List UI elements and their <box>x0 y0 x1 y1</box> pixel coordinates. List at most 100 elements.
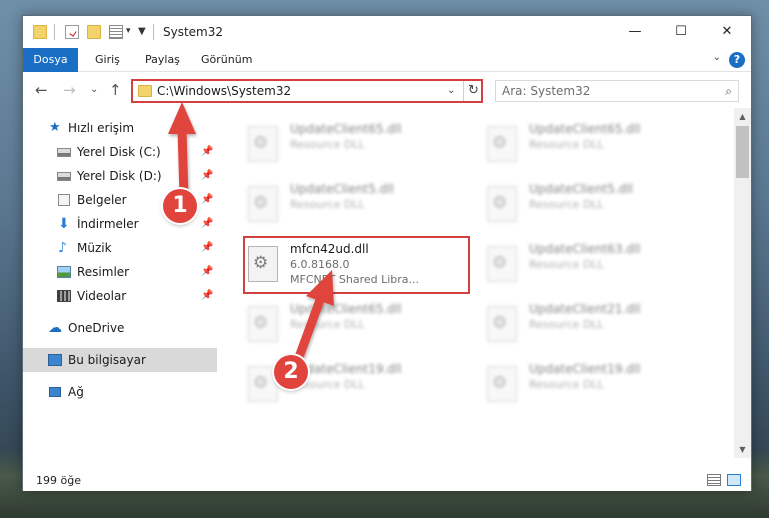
file-name: UpdateClient65.dll <box>290 302 402 316</box>
file-highlight-box <box>243 236 470 294</box>
sidebar-item-label: Ağ <box>68 385 84 399</box>
file-tile[interactable]: UpdateClient21.dll Resource DLL <box>481 298 717 354</box>
sidebar-item-label: Videolar <box>77 289 127 303</box>
dll-file-icon <box>248 126 278 162</box>
file-tile[interactable]: UpdateClient5.dll Resource DLL <box>481 178 717 234</box>
sidebar-item-local-disk-c[interactable]: Yerel Disk (C:) 📌 <box>23 140 217 164</box>
sidebar-item-pictures[interactable]: Resimler 📌 <box>23 260 217 284</box>
chevron-down-icon[interactable]: ▾ <box>126 26 131 36</box>
scroll-down-icon[interactable]: ▼ <box>734 441 751 458</box>
details-view-icon[interactable] <box>707 474 721 486</box>
search-input[interactable] <box>502 83 702 99</box>
title-separator <box>153 24 154 40</box>
pin-icon[interactable]: 📌 <box>201 236 213 260</box>
quick-access-separator <box>54 24 55 40</box>
address-path[interactable]: C:\Windows\System32 <box>157 84 291 98</box>
sidebar-item-network[interactable]: Ağ <box>23 380 217 404</box>
file-tile[interactable]: UpdateClient65.dll Resource DLL <box>481 118 717 174</box>
properties-icon[interactable] <box>65 25 79 39</box>
dll-file-icon <box>487 186 517 222</box>
scroll-up-icon[interactable]: ▲ <box>734 108 751 125</box>
drive-icon <box>57 148 71 157</box>
file-tile[interactable]: UpdateClient63.dll Resource DLL <box>481 238 717 294</box>
maximize-button[interactable]: ☐ <box>658 16 704 48</box>
file-list: UpdateClient65.dll Resource DLL UpdateCl… <box>218 108 734 458</box>
step-1-badge: 1 <box>163 189 197 223</box>
sidebar-item-videos[interactable]: Videolar 📌 <box>23 284 217 308</box>
file-name: UpdateClient65.dll <box>529 122 641 136</box>
sidebar-item-quick-access[interactable]: ★ Hızlı erişim <box>23 116 217 140</box>
up-arrow-icon[interactable]: ↑ <box>109 81 122 99</box>
file-description: Resource DLL <box>529 138 604 151</box>
refresh-icon[interactable]: ↻ <box>463 81 483 101</box>
scroll-thumb[interactable] <box>736 126 749 178</box>
file-tile[interactable]: UpdateClient19.dll Resource DLL <box>481 358 717 414</box>
sidebar-item-label: Yerel Disk (D:) <box>77 169 162 183</box>
file-name: UpdateClient5.dll <box>290 182 394 196</box>
file-description: Resource DLL <box>529 318 604 331</box>
forward-arrow-icon[interactable]: → <box>63 81 76 99</box>
pin-icon[interactable]: 📌 <box>201 260 213 284</box>
pin-icon[interactable]: 📌 <box>201 164 213 188</box>
new-folder-icon[interactable] <box>87 25 101 39</box>
file-tile[interactable]: UpdateClient5.dll Resource DLL <box>242 178 478 234</box>
tab-home[interactable]: Giriş <box>85 48 130 72</box>
sidebar-item-onedrive[interactable]: ☁ OneDrive <box>23 316 217 340</box>
tab-share[interactable]: Paylaş <box>135 48 190 72</box>
tab-file[interactable]: Dosya <box>23 48 78 72</box>
back-arrow-icon[interactable]: ← <box>35 81 48 99</box>
expand-ribbon-icon[interactable]: ⌄ <box>713 52 721 63</box>
sidebar-item-local-disk-d[interactable]: Yerel Disk (D:) 📌 <box>23 164 217 188</box>
file-tile[interactable]: UpdateClient65.dll Resource DLL <box>242 298 478 354</box>
address-bar[interactable]: C:\Windows\System32 ⌄ ↻ <box>131 79 483 103</box>
tab-view[interactable]: Görünüm <box>191 48 262 72</box>
customize-toolbar-icon[interactable]: ▼ <box>138 26 146 37</box>
dll-file-icon <box>248 186 278 222</box>
pin-icon[interactable]: 📌 <box>201 140 213 164</box>
pin-icon[interactable]: 📌 <box>201 188 213 212</box>
close-button[interactable]: ✕ <box>704 16 750 48</box>
navigation-bar: ← → ⌄ ↑ C:\Windows\System32 ⌄ ↻ ⌕ <box>23 73 751 107</box>
cloud-icon: ☁ <box>48 320 62 336</box>
file-name: UpdateClient21.dll <box>529 302 641 316</box>
pin-icon[interactable]: 📌 <box>201 212 213 236</box>
file-explorer-window: ▾ ▼ System32 — ☐ ✕ Dosya Giriş Paylaş Gö… <box>22 15 752 491</box>
help-icon[interactable]: ? <box>729 52 745 68</box>
sidebar-item-label: İndirmeler <box>77 217 139 231</box>
file-name: UpdateClient65.dll <box>290 122 402 136</box>
view-options-icon[interactable] <box>109 25 123 39</box>
star-icon: ★ <box>49 120 61 135</box>
large-icons-view-icon[interactable] <box>727 474 741 486</box>
chevron-down-icon[interactable]: ⌄ <box>447 85 455 96</box>
vertical-scrollbar[interactable]: ▲ ▼ <box>734 108 751 458</box>
navigation-pane: ★ Hızlı erişim Yerel Disk (C:) 📌 Yerel D… <box>23 108 217 458</box>
file-description: Resource DLL <box>529 378 604 391</box>
window-title: System32 <box>163 25 224 39</box>
search-box[interactable]: ⌕ <box>495 80 739 102</box>
documents-icon <box>58 194 70 206</box>
pictures-icon <box>57 266 71 278</box>
file-name: UpdateClient5.dll <box>529 182 633 196</box>
sidebar-item-music[interactable]: ♪ Müzik 📌 <box>23 236 217 260</box>
sidebar-item-label: OneDrive <box>68 321 125 335</box>
dll-file-icon <box>487 246 517 282</box>
file-name: UpdateClient63.dll <box>529 242 641 256</box>
search-icon[interactable]: ⌕ <box>725 84 732 99</box>
download-icon: ⬇ <box>58 216 70 232</box>
folder-icon <box>33 25 47 39</box>
sidebar-item-label: Hızlı erişim <box>68 121 135 135</box>
file-tile[interactable]: UpdateClient65.dll Resource DLL <box>242 118 478 174</box>
step-2-badge: 2 <box>274 355 308 389</box>
title-bar: ▾ ▼ System32 — ☐ ✕ <box>23 16 751 48</box>
sidebar-item-label: Müzik <box>77 241 112 255</box>
sidebar-item-this-pc[interactable]: Bu bilgisayar <box>23 348 217 372</box>
recent-locations-icon[interactable]: ⌄ <box>90 84 98 95</box>
videos-icon <box>57 290 71 302</box>
item-count: 199 öğe <box>36 474 81 487</box>
pin-icon[interactable]: 📌 <box>201 284 213 308</box>
minimize-button[interactable]: — <box>612 16 658 48</box>
dll-file-icon <box>487 126 517 162</box>
file-description: Resource DLL <box>290 138 365 151</box>
ribbon-tabs: Dosya Giriş Paylaş Görünüm ⌄ ? <box>23 48 751 72</box>
file-description: Resource DLL <box>290 318 365 331</box>
